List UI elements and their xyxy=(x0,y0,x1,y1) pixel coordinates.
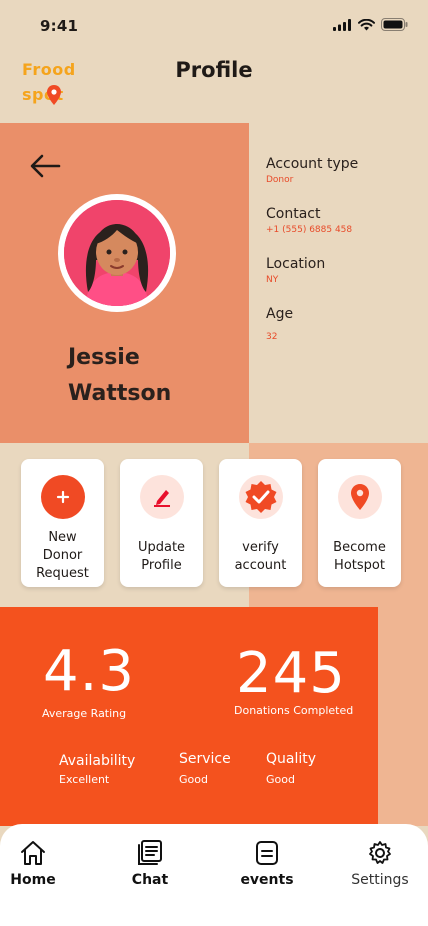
home-icon xyxy=(21,841,45,865)
avatar-illustration xyxy=(64,200,170,306)
nav-home[interactable]: Home xyxy=(0,840,73,888)
nav-chat[interactable]: Chat xyxy=(110,840,190,888)
new-donor-request-button[interactable]: New Donor Request xyxy=(21,459,104,587)
info-label: Location xyxy=(266,256,326,272)
update-profile-button[interactable]: Update Profile xyxy=(120,459,203,587)
info-account-type: Account type Donor xyxy=(266,156,358,185)
info-value: NY xyxy=(266,275,279,285)
logo-pin-icon xyxy=(47,85,61,105)
info-label: Age xyxy=(266,306,294,322)
action-label: verify account xyxy=(234,540,287,573)
edit-icon xyxy=(139,475,184,519)
action-label: Become Hotspot xyxy=(333,540,386,573)
nav-events[interactable]: events xyxy=(227,840,307,888)
nav-events-label: events xyxy=(240,872,294,888)
profile-last-name: Wattson xyxy=(68,381,172,406)
stats-side-strip xyxy=(378,607,428,826)
metric-service: Service Good xyxy=(179,751,231,786)
info-value: Donor xyxy=(266,175,294,185)
bottom-nav: Home Chat events Settings xyxy=(0,824,428,926)
verified-badge-icon xyxy=(238,475,283,519)
info-label: Contact xyxy=(266,206,321,222)
plus-icon xyxy=(40,475,85,519)
location-pin-icon xyxy=(337,475,382,519)
action-label: Update Profile xyxy=(137,540,186,573)
info-age: Age 32 xyxy=(266,306,293,342)
info-contact: Contact +1 (555) 6885 458 xyxy=(266,206,352,235)
battery-icon xyxy=(381,18,408,31)
avatar xyxy=(58,194,176,312)
nav-settings-label: Settings xyxy=(351,872,409,888)
donations-completed-label: Donations Completed xyxy=(234,704,354,717)
nav-home-label: Home xyxy=(10,872,56,888)
gear-icon xyxy=(369,841,391,864)
become-hotspot-button[interactable]: Become Hotspot xyxy=(318,459,401,587)
back-button[interactable] xyxy=(26,149,64,183)
nav-chat-label: Chat xyxy=(131,872,169,888)
average-rating-value: 4.3 xyxy=(43,639,136,704)
metric-quality: Quality Good xyxy=(266,751,317,786)
status-time: 9:41 xyxy=(40,17,79,35)
avatar-image xyxy=(64,200,170,306)
page-title: Profile xyxy=(175,58,253,82)
info-location: Location NY xyxy=(266,256,325,285)
status-icons xyxy=(333,18,408,31)
info-value: +1 (555) 6885 458 xyxy=(266,225,353,235)
profile-first-name: Jessie xyxy=(68,345,140,370)
info-label: Account type xyxy=(266,156,359,172)
chat-icon xyxy=(138,840,162,865)
events-icon xyxy=(256,841,278,865)
verify-account-button[interactable]: verify account xyxy=(219,459,302,587)
back-arrow-icon xyxy=(30,154,61,178)
average-rating-label: Average Rating xyxy=(42,707,127,720)
wifi-icon xyxy=(358,18,375,30)
signal-icon xyxy=(333,18,351,31)
info-value: 32 xyxy=(266,332,278,342)
donations-completed-value: 245 xyxy=(236,641,346,706)
nav-settings[interactable]: Settings xyxy=(340,840,420,888)
metric-availability: Availability Excellent xyxy=(59,753,136,786)
action-label: New Donor Request xyxy=(36,530,89,581)
profile-name: Jessie Wattson xyxy=(68,340,171,412)
